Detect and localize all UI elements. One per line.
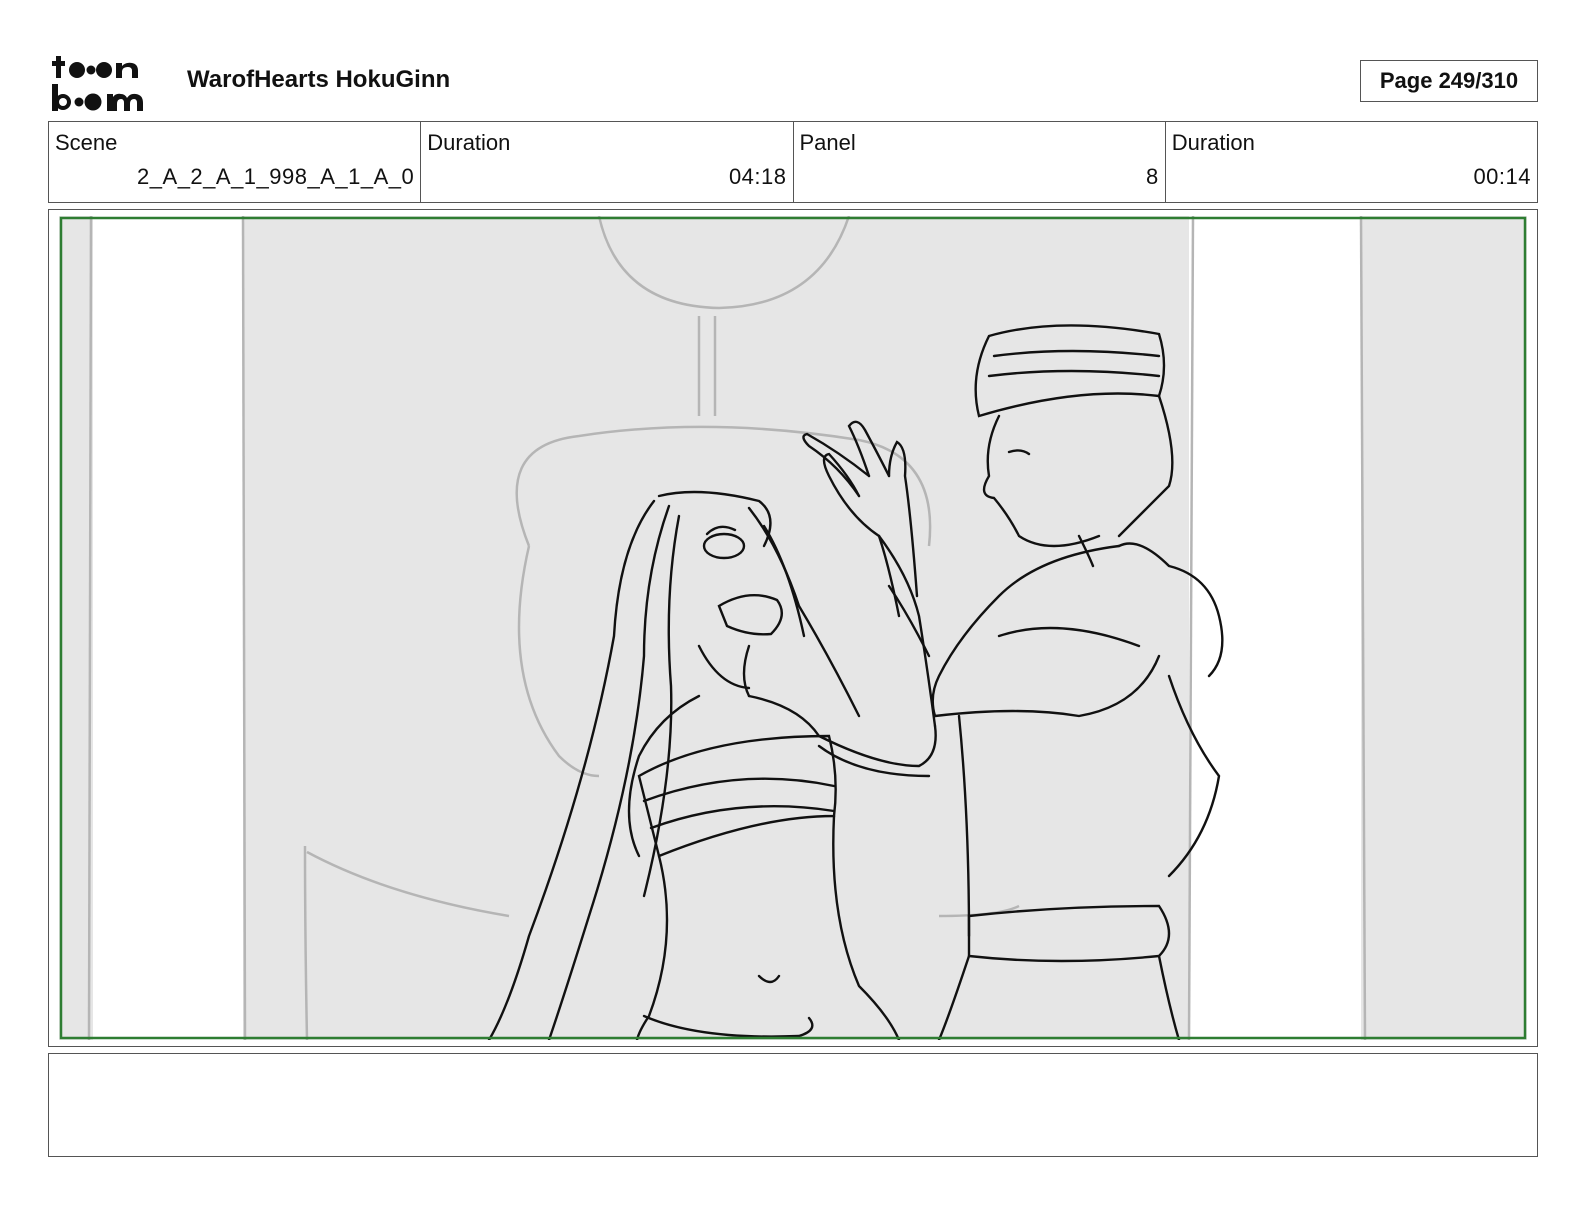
panel-duration-cell: Duration 00:14 xyxy=(1166,122,1537,202)
page-number: Page 249/310 xyxy=(1360,60,1538,102)
left-doorway xyxy=(93,216,243,1040)
toon-boom-logo-icon xyxy=(52,56,143,111)
panel-duration-label: Duration xyxy=(1171,130,1255,155)
panel-duration-value: 00:14 xyxy=(1473,164,1531,189)
right-doorway xyxy=(1189,216,1361,1040)
toon-boom-logo xyxy=(52,50,164,112)
storyboard-panel xyxy=(48,209,1538,1047)
panel-sketch xyxy=(59,216,1527,1040)
panel-value: 8 xyxy=(1146,164,1159,189)
panel-label: Panel xyxy=(799,130,856,155)
scene-info-table: Scene 2_A_2_A_1_998_A_1_A_0 Duration 04:… xyxy=(48,121,1538,203)
scene-duration-label: Duration xyxy=(427,130,511,155)
page-number-label: Page 249/310 xyxy=(1379,68,1519,93)
scene-cell: Scene 2_A_2_A_1_998_A_1_A_0 xyxy=(49,122,422,202)
scene-duration-cell: Duration 04:18 xyxy=(421,122,794,202)
panel-cell: Panel 8 xyxy=(794,122,1166,202)
caption-box xyxy=(48,1053,1538,1157)
scene-label: Scene xyxy=(55,130,118,155)
scene-duration-value: 04:18 xyxy=(728,164,787,189)
sketch-drawing xyxy=(59,216,1527,1040)
scene-value: 2_A_2_A_1_998_A_1_A_0 xyxy=(137,164,415,189)
project-title: WarofHearts HokuGinn xyxy=(187,66,451,93)
